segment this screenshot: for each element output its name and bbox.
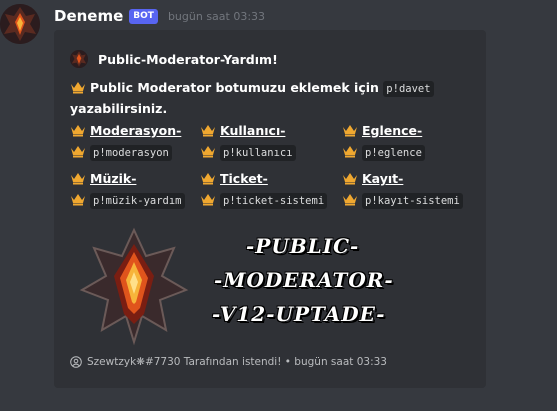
discord-icon [70,356,82,368]
avatar[interactable] [0,4,40,44]
crown-icon [71,146,85,158]
description-tail: yazabilirsiniz. [70,101,168,116]
crown-icon [201,146,215,158]
message-timestamp: bugün saat 03:33 [167,9,266,23]
crown-icon [343,194,357,206]
embed-description: Public Moderator botumuzu eklemek için p… [70,78,470,119]
crown-icon [71,125,85,137]
field-kayit: Kayıt- p!kayıt-sistemi [342,170,463,210]
crown-icon [71,82,85,94]
embed-author-name: Public-Moderator-Yardım! [98,51,278,67]
crown-icon [201,173,215,185]
bot-badge: BOT [129,8,158,24]
field-name[interactable]: Müzik- [90,171,136,186]
message-header: Deneme BOT bugün saat 03:33 [54,6,265,26]
field-name[interactable]: Eglence- [362,123,422,138]
crown-icon [343,173,357,185]
embed-image[interactable]: -PUBLIC- -MODERATOR- -V12-UPTADE- [74,226,404,346]
field-name[interactable]: Kayıt- [362,171,403,186]
field-name[interactable]: Kullanıcı- [220,123,285,138]
crown-icon [343,146,357,158]
crown-icon [343,125,357,137]
description-text: Public Moderator botumuzu eklemek için [90,80,379,95]
crown-icon [71,194,85,206]
field-kullanici: Kullanıcı- p!kullanıcı [200,122,296,162]
field-command: p!müzik-yardım [90,193,185,209]
username[interactable]: Deneme [54,7,123,25]
demon-emblem-icon [0,4,40,44]
field-command: p!kullanıcı [220,145,296,161]
demon-emblem-icon [79,227,189,346]
field-name[interactable]: Ticket- [220,171,268,186]
banner-line-1: -PUBLIC- [246,234,360,258]
embed-footer: Szewtzyk❋#7730 Tarafından istendi! • bug… [70,356,387,368]
field-command: p!eglence [362,145,425,161]
field-name[interactable]: Moderasyon- [90,123,181,138]
field-ticket: Ticket- p!ticket-sistemi [200,170,328,210]
banner-line-3: -V12-UPTADE- [212,302,386,326]
embed-author-icon [70,50,88,68]
field-eglence: Eglence- p!eglence [342,122,425,162]
embed-author: Public-Moderator-Yardım! [70,50,278,68]
field-muzik: Müzik- p!müzik-yardım [70,170,185,210]
crown-icon [201,125,215,137]
field-command: p!kayıt-sistemi [362,193,463,209]
field-command: p!ticket-sistemi [220,193,328,209]
banner-line-2: -MODERATOR- [214,268,394,292]
footer-text: Szewtzyk❋#7730 Tarafından istendi! • bug… [87,356,387,368]
description-command: p!davet [383,81,434,97]
crown-icon [71,173,85,185]
embed: Public-Moderator-Yardım! Public Moderato… [54,30,486,388]
field-moderasyon: Moderasyon- p!moderasyon [70,122,181,162]
crown-icon [201,194,215,206]
field-command: p!moderasyon [90,145,172,161]
